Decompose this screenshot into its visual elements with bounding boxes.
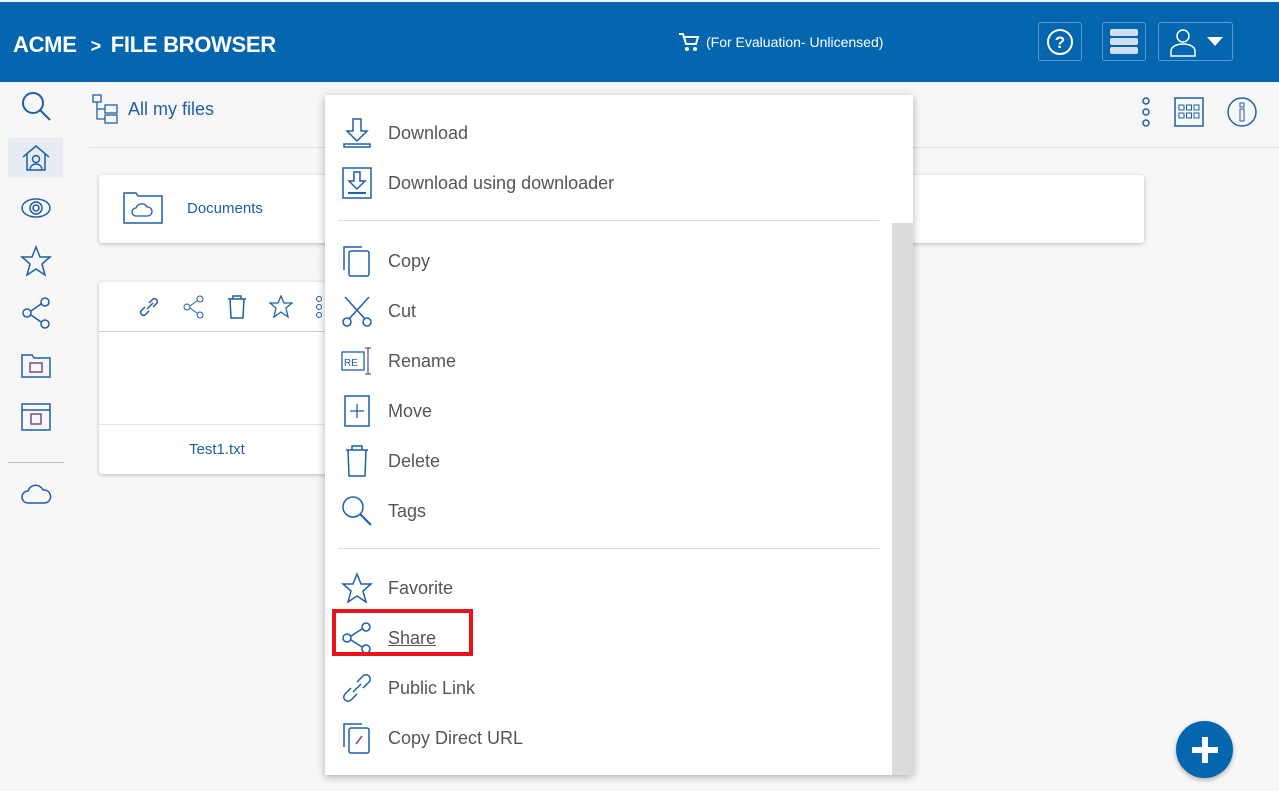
info-icon[interactable] (1226, 96, 1258, 128)
menu-item-cut[interactable]: Cut (341, 291, 416, 331)
menu-label: Favorite (388, 577, 454, 598)
folder-name[interactable]: Documents (187, 200, 263, 217)
star-icon[interactable] (269, 294, 293, 319)
menu-item-download[interactable]: Download (341, 113, 468, 153)
menu-label: Public Link (388, 677, 476, 698)
home-icon (22, 145, 49, 171)
menu-item-rename[interactable]: RE Rename (341, 341, 456, 381)
menu-label: Tags (388, 500, 427, 521)
rename-icon: RE (341, 347, 371, 375)
menu-label: Download using downloader (388, 172, 615, 193)
cart-icon (679, 33, 700, 51)
share-icon[interactable] (183, 295, 205, 319)
menu-item-move[interactable]: Move (341, 391, 432, 431)
file-card[interactable]: Test1.txt (99, 282, 339, 474)
server-icon (1110, 28, 1138, 54)
breadcrumb-title: ACME > FILE BROWSER (13, 32, 276, 58)
sidebar-item-drive[interactable] (8, 345, 63, 385)
servers-button[interactable] (1102, 22, 1146, 61)
svg-text:?: ? (1055, 33, 1065, 52)
menu-label: Delete (388, 450, 441, 471)
highlight-box (332, 609, 473, 656)
eye-icon (20, 198, 51, 218)
help-button[interactable]: ? (1038, 22, 1082, 61)
download-icon (343, 118, 371, 148)
sidebar-item-cloud[interactable] (8, 474, 63, 514)
file-name[interactable]: Test1.txt (189, 441, 245, 458)
cut-icon (342, 296, 372, 327)
menu-item-favorite[interactable]: Favorite (341, 568, 453, 608)
tags-icon (342, 496, 372, 526)
sidebar-item-shared[interactable] (8, 293, 63, 333)
sidebar-item-favorites[interactable] (8, 241, 63, 281)
link-icon[interactable] (137, 295, 161, 319)
cloud-folder-icon (123, 192, 163, 224)
url-icon (343, 723, 370, 754)
separator: > (90, 36, 102, 56)
more-options-icon[interactable] (315, 295, 323, 319)
divider (99, 424, 339, 425)
svg-text:RE: RE (344, 358, 358, 369)
menu-label: Copy (388, 250, 431, 271)
star-icon (341, 572, 373, 604)
menu-item-tags[interactable]: Tags (341, 491, 426, 531)
menu-label: Cut (388, 300, 417, 321)
toolbar (1140, 96, 1258, 128)
downloader-icon (342, 167, 372, 199)
brand[interactable]: ACME (13, 32, 77, 57)
page-title: FILE BROWSER (110, 32, 276, 57)
star-icon (19, 245, 52, 277)
breadcrumb-label[interactable]: All my files (128, 99, 214, 120)
menu-item-download-downloader[interactable]: Download using downloader (341, 163, 614, 203)
breadcrumb[interactable]: All my files (92, 94, 214, 124)
menu-divider (338, 220, 879, 221)
menu-item-copy[interactable]: Copy (341, 241, 430, 281)
delete-icon (346, 445, 368, 477)
delete-icon[interactable] (227, 294, 247, 319)
license-text: (For Evaluation- Unlicensed) (706, 34, 884, 50)
copy-icon (343, 246, 370, 277)
sidebar-item-watched[interactable] (8, 188, 63, 228)
move-icon (344, 395, 370, 427)
search-icon (21, 92, 51, 121)
plus-icon (1191, 736, 1218, 763)
menu-label: Rename (388, 350, 457, 371)
file-actions (99, 282, 339, 332)
menu-label: Copy Direct URL (388, 727, 524, 748)
sidebar-item-dashboard[interactable] (8, 397, 63, 437)
header: ACME > FILE BROWSER (For Evaluation- Unlic… (0, 2, 1279, 82)
cloud-icon (20, 484, 51, 504)
drive-icon (20, 354, 51, 378)
context-menu: Download Download using downloader Copy … (325, 95, 913, 775)
menu-divider (338, 548, 879, 549)
menu-item-public-link[interactable]: Public Link (341, 668, 475, 708)
sidebar-divider (8, 462, 64, 463)
sidebar-item-search[interactable] (8, 86, 63, 126)
license-notice[interactable]: (For Evaluation- Unlicensed) (678, 32, 883, 52)
more-options-icon[interactable] (1140, 96, 1152, 128)
folder-tree-icon (92, 94, 118, 124)
dashboard-icon (20, 403, 51, 431)
share-icon (21, 297, 50, 329)
menu-label: Download (388, 122, 469, 143)
menu-label: Move (388, 400, 433, 421)
add-button[interactable] (1176, 721, 1233, 778)
user-icon (1169, 28, 1196, 57)
scrollbar[interactable] (892, 223, 913, 775)
user-menu-button[interactable] (1158, 22, 1233, 61)
chevron-down-icon (1206, 36, 1223, 46)
link-icon (343, 674, 371, 702)
help-icon: ? (1047, 28, 1073, 55)
sidebar-item-home[interactable] (8, 138, 63, 178)
grid-view-icon[interactable] (1174, 97, 1204, 127)
menu-item-delete[interactable]: Delete (341, 441, 440, 481)
menu-item-copy-direct-url[interactable]: Copy Direct URL (341, 718, 523, 758)
